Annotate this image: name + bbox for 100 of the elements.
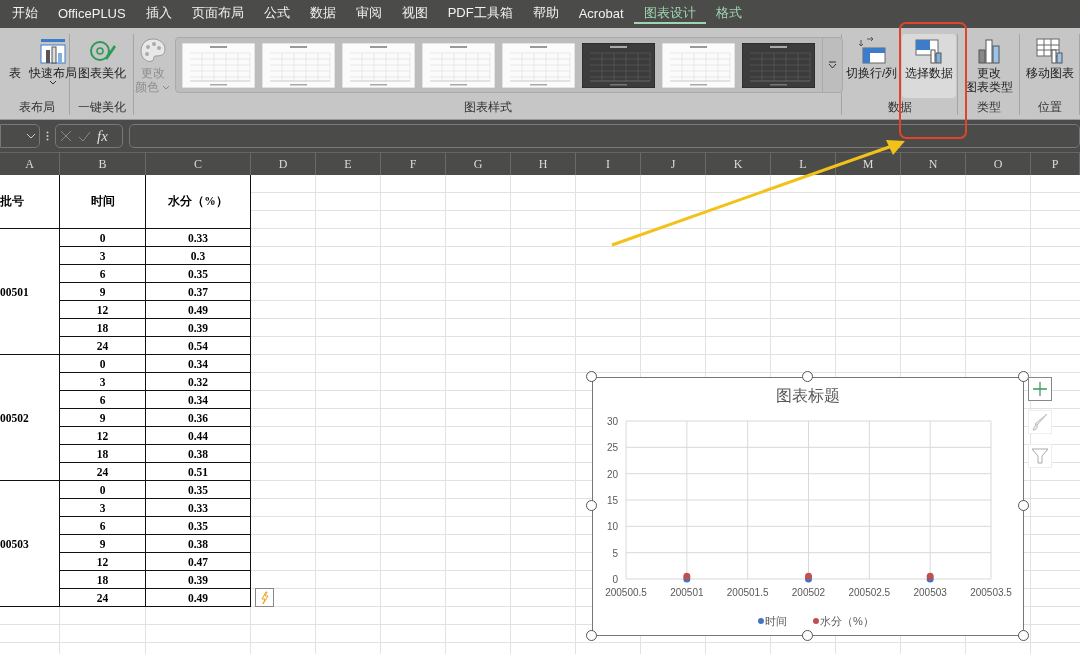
moisture-cell: 0.34: [146, 355, 251, 373]
chart-title: 图表标题: [776, 386, 840, 406]
x-tick-label: 200503.5: [970, 587, 1012, 598]
ribbon-button[interactable]: 移动图表: [1022, 34, 1077, 98]
ribbon-tab[interactable]: 视图: [391, 0, 438, 24]
moisture-cell: 0.35: [146, 265, 251, 283]
insert-function-button[interactable]: fx: [97, 127, 108, 145]
resize-handle[interactable]: [586, 630, 597, 641]
moisture-cell: 0.35: [146, 517, 251, 535]
ribbon-button[interactable]: 快速布局: [26, 34, 80, 98]
column-heading: 时间: [60, 175, 146, 229]
ribbon-tab[interactable]: 格式: [705, 0, 752, 24]
y-tick-label: 10: [606, 521, 618, 533]
cancel-icon[interactable]: [60, 130, 72, 142]
y-tick-label: 15: [606, 495, 618, 506]
time-cell: 9: [60, 409, 146, 427]
ribbon-tab[interactable]: 帮助: [522, 0, 569, 24]
group-label: 位置: [1036, 100, 1063, 115]
x-tick-label: 200503: [913, 587, 947, 598]
moisture-cell: 0.33: [146, 499, 251, 517]
group-label: 图表样式: [462, 100, 513, 115]
moisture-cell: 0.51: [146, 463, 251, 481]
ribbon-tab[interactable]: 开始: [2, 0, 48, 24]
time-cell: 24: [60, 589, 146, 607]
x-tick-label: 200501.5: [726, 587, 769, 598]
column-heading: 水分（%）: [146, 175, 251, 229]
time-cell: 0: [60, 355, 146, 373]
y-tick-label: 25: [606, 442, 618, 454]
moisture-cell: 0.32: [146, 373, 251, 391]
group-label: 表布局: [17, 100, 56, 115]
time-cell: 0: [60, 481, 146, 499]
legend-label: 水分（%）: [820, 615, 874, 627]
resize-handle[interactable]: [802, 630, 813, 641]
y-tick-label: 5: [612, 547, 618, 559]
filter-icon: [1031, 447, 1049, 465]
time-cell: 18: [60, 571, 146, 589]
time-cell: 3: [60, 373, 146, 391]
resize-handle[interactable]: [1018, 500, 1029, 511]
ribbon-tab[interactable]: 数据: [299, 0, 346, 24]
batch-cell: 00503: [0, 481, 60, 607]
time-cell: 18: [60, 319, 146, 337]
more-icon[interactable]: [46, 131, 49, 141]
time-cell: 9: [60, 535, 146, 553]
lightning-icon: [259, 590, 270, 605]
moisture-cell: 0.36: [146, 409, 251, 427]
ribbon-tab[interactable]: 审阅: [345, 0, 392, 24]
moisture-cell: 0.44: [146, 427, 251, 445]
ribbon-button[interactable]: 选择数据: [902, 34, 957, 98]
moisture-cell: 0.49: [146, 301, 251, 319]
x-tick-label: 200502: [791, 587, 826, 598]
ribbon-tab[interactable]: 页面布局: [181, 0, 254, 24]
plus-icon: [1032, 381, 1048, 397]
layout-chart-icon: [38, 36, 68, 66]
moisture-cell: 0.3: [146, 247, 251, 265]
name-box[interactable]: [0, 124, 40, 148]
ribbon-tab[interactable]: 公式: [253, 0, 300, 24]
group-label: 类型: [975, 100, 1002, 115]
time-cell: 6: [60, 265, 146, 283]
resize-handle[interactable]: [1018, 630, 1029, 641]
chart-style-thumbnail[interactable]: [582, 42, 655, 88]
y-tick-label: 30: [606, 416, 618, 427]
chart-area[interactable]: 图表标题 0 5 10 15 20 25 30 200500.5 200501 200501.5 200502 200502.5 200503 200503.5 时间 水分（%）: [592, 377, 1024, 636]
resize-handle[interactable]: [802, 371, 813, 382]
ribbon-tab[interactable]: Acrobat: [568, 0, 634, 24]
ribbon-tab[interactable]: OfficePLUS: [48, 0, 136, 24]
moisture-cell: 0.54: [146, 337, 251, 355]
moisture-cell: 0.39: [146, 571, 251, 589]
chart-style-thumbnail[interactable]: [742, 42, 815, 88]
time-cell: 18: [60, 445, 146, 463]
y-tick-label: 20: [606, 468, 618, 480]
ribbon-tab[interactable]: 图表设计: [633, 0, 706, 24]
check-icon[interactable]: [78, 130, 91, 142]
chart-elements-button[interactable]: [1028, 377, 1052, 401]
x-tick-label: 200502.5: [848, 587, 891, 598]
caret-icon: [26, 133, 36, 139]
legend-label: 时间: [765, 615, 787, 627]
flash-fill-button[interactable]: [255, 588, 274, 607]
group-label: 数据: [886, 100, 913, 115]
ribbon-tab[interactable]: PDF工具箱: [437, 0, 523, 24]
time-cell: 12: [60, 427, 146, 445]
moisture-cell: 0.47: [146, 553, 251, 571]
time-cell: 12: [60, 553, 146, 571]
resize-handle[interactable]: [586, 371, 597, 382]
time-cell: 3: [60, 247, 146, 265]
moisture-cell: 0.38: [146, 445, 251, 463]
moisture-cell: 0.38: [146, 535, 251, 553]
moisture-cell: 0.33: [146, 229, 251, 247]
time-cell: 9: [60, 283, 146, 301]
switch-table-icon: [856, 36, 887, 66]
ribbon-button[interactable]: 表: [6, 34, 24, 98]
time-cell: 0: [60, 229, 146, 247]
ribbon-button[interactable]: 切换行/列: [842, 34, 901, 98]
y-tick-label: 0: [612, 574, 618, 585]
resize-handle[interactable]: [586, 500, 597, 511]
time-cell: 6: [60, 391, 146, 409]
moisture-cell: 0.39: [146, 319, 251, 337]
time-cell: 24: [60, 337, 146, 355]
ribbon-tab[interactable]: 插入: [135, 0, 182, 24]
formula-input[interactable]: [129, 124, 1080, 148]
batch-cell: 00502: [0, 355, 60, 481]
